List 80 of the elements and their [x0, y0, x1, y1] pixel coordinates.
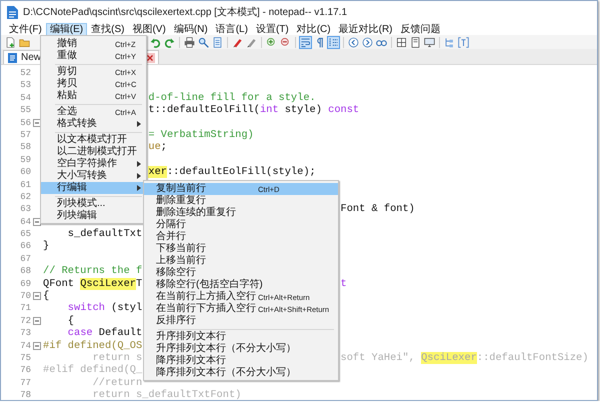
line-number: 78: [19, 389, 31, 400]
code-text: return s_defaultTxtFont): [92, 389, 242, 400]
menu-item[interactable]: 升序排列文本行（不分大小写）: [144, 343, 338, 355]
menu-item[interactable]: 上移当前行: [144, 255, 338, 267]
line-number: 64: [19, 216, 31, 228]
code-text: {: [43, 290, 50, 302]
line-number: 76: [19, 364, 31, 377]
menu-title[interactable]: 最近对比(R): [334, 22, 396, 36]
menu-item[interactable]: 删除重复行: [144, 195, 338, 207]
menu-item[interactable]: 格式转换: [41, 118, 146, 130]
code-text: #elif defined(Q_: [43, 364, 142, 377]
line-number: 61: [19, 178, 31, 191]
menu-item[interactable]: 行编辑: [41, 182, 146, 194]
menu-item[interactable]: 分隔行: [144, 219, 338, 231]
menu-item[interactable]: 升序排列文本行: [144, 331, 338, 343]
code-text: d-of-line fill for a style.: [148, 92, 316, 104]
line-number: 62: [19, 190, 31, 204]
line-number: 60: [19, 166, 31, 179]
code-text: QFont QsciLexerT: [43, 278, 142, 290]
menu-item[interactable]: 移除空行: [144, 267, 338, 279]
code-text: // Returns the f: [43, 265, 142, 278]
line-number: 54: [19, 92, 31, 104]
line-number: 72: [19, 314, 31, 328]
line-number: 57: [19, 128, 31, 142]
menu-item[interactable]: 合并行: [144, 231, 338, 243]
line-number: 55: [19, 104, 31, 117]
line-number: 63: [19, 203, 31, 216]
menu-title[interactable]: 视图(V): [128, 22, 170, 36]
menu-item[interactable]: 反排序行: [144, 315, 338, 327]
menu-item[interactable]: 下移当前行: [144, 243, 338, 255]
code-text: xer::defaultEolFill(style);: [148, 166, 316, 179]
code-text: soft YaHei", QsciLexer::defaultFontSize): [340, 352, 588, 364]
line-number: 67: [19, 252, 31, 266]
code-text: s_defaultTxt: [68, 228, 142, 240]
line-number: 66: [19, 240, 31, 253]
code-text: t::defaultEolFill(int style) const: [148, 104, 360, 117]
code-text: = VerbatimString): [148, 128, 254, 142]
code-text: switch (styl: [68, 302, 142, 315]
menu-title[interactable]: 设置(T): [252, 22, 293, 36]
line-number: 53: [19, 79, 31, 92]
menu-item[interactable]: 大小写转换: [41, 170, 146, 182]
line-number: 58: [19, 141, 31, 154]
line-number: 71: [19, 302, 31, 315]
code-text: }: [43, 240, 50, 253]
line-number: 52: [19, 67, 31, 80]
code-text: t: [340, 278, 347, 290]
menu-title[interactable]: 编码(N): [170, 22, 212, 36]
line-number: 77: [19, 376, 31, 390]
menu-title[interactable]: 反馈问题: [396, 22, 444, 36]
line-number: 65: [19, 228, 31, 240]
menu-title[interactable]: 文件(F): [5, 22, 46, 36]
code-text: #if defined(Q_OS: [43, 340, 142, 352]
menu-title[interactable]: 语言(L): [212, 22, 252, 36]
menu-item[interactable]: 降序排列文本行（不分大小写）: [144, 367, 338, 379]
menu-item[interactable]: 删除连续的重复行: [144, 207, 338, 219]
menu-item[interactable]: 降序排列文本行: [144, 355, 338, 367]
menu-item[interactable]: 列块编辑: [41, 210, 146, 222]
code-text: {: [68, 314, 74, 328]
line-number: 69: [19, 278, 31, 290]
menu-item[interactable]: 以文本模式打开: [41, 134, 146, 146]
line-number: 73: [19, 327, 31, 340]
menu-item[interactable]: 移除空行(包括空白字符): [144, 279, 338, 291]
line-number: 56: [19, 116, 31, 129]
code-text: return s: [92, 352, 142, 364]
code-text: //return: [92, 376, 142, 390]
code-text: ue;: [148, 141, 167, 154]
line-number: 59: [19, 154, 31, 166]
menu-item[interactable]: 空白字符操作: [41, 158, 146, 170]
menu-title[interactable]: 编辑(E): [46, 22, 88, 36]
line-number: 75: [19, 352, 31, 364]
line-number: 70: [19, 290, 31, 302]
code-text: case Default: [68, 327, 142, 340]
line-number: 68: [19, 265, 31, 278]
window-title: D:\CCNotePad\qscint\src\qscilexertext.cpp [文本模式] - notepad-- v1.17.1: [23, 6, 348, 19]
menu-item[interactable]: 列块模式...: [41, 198, 146, 210]
menu-title[interactable]: 对比(C): [292, 22, 335, 36]
line-number: 74: [19, 340, 31, 352]
menu-title[interactable]: 查找(S): [87, 22, 128, 36]
code-text: Font & font): [340, 203, 415, 216]
menu-item[interactable]: 以二进制模式打开: [41, 146, 146, 158]
